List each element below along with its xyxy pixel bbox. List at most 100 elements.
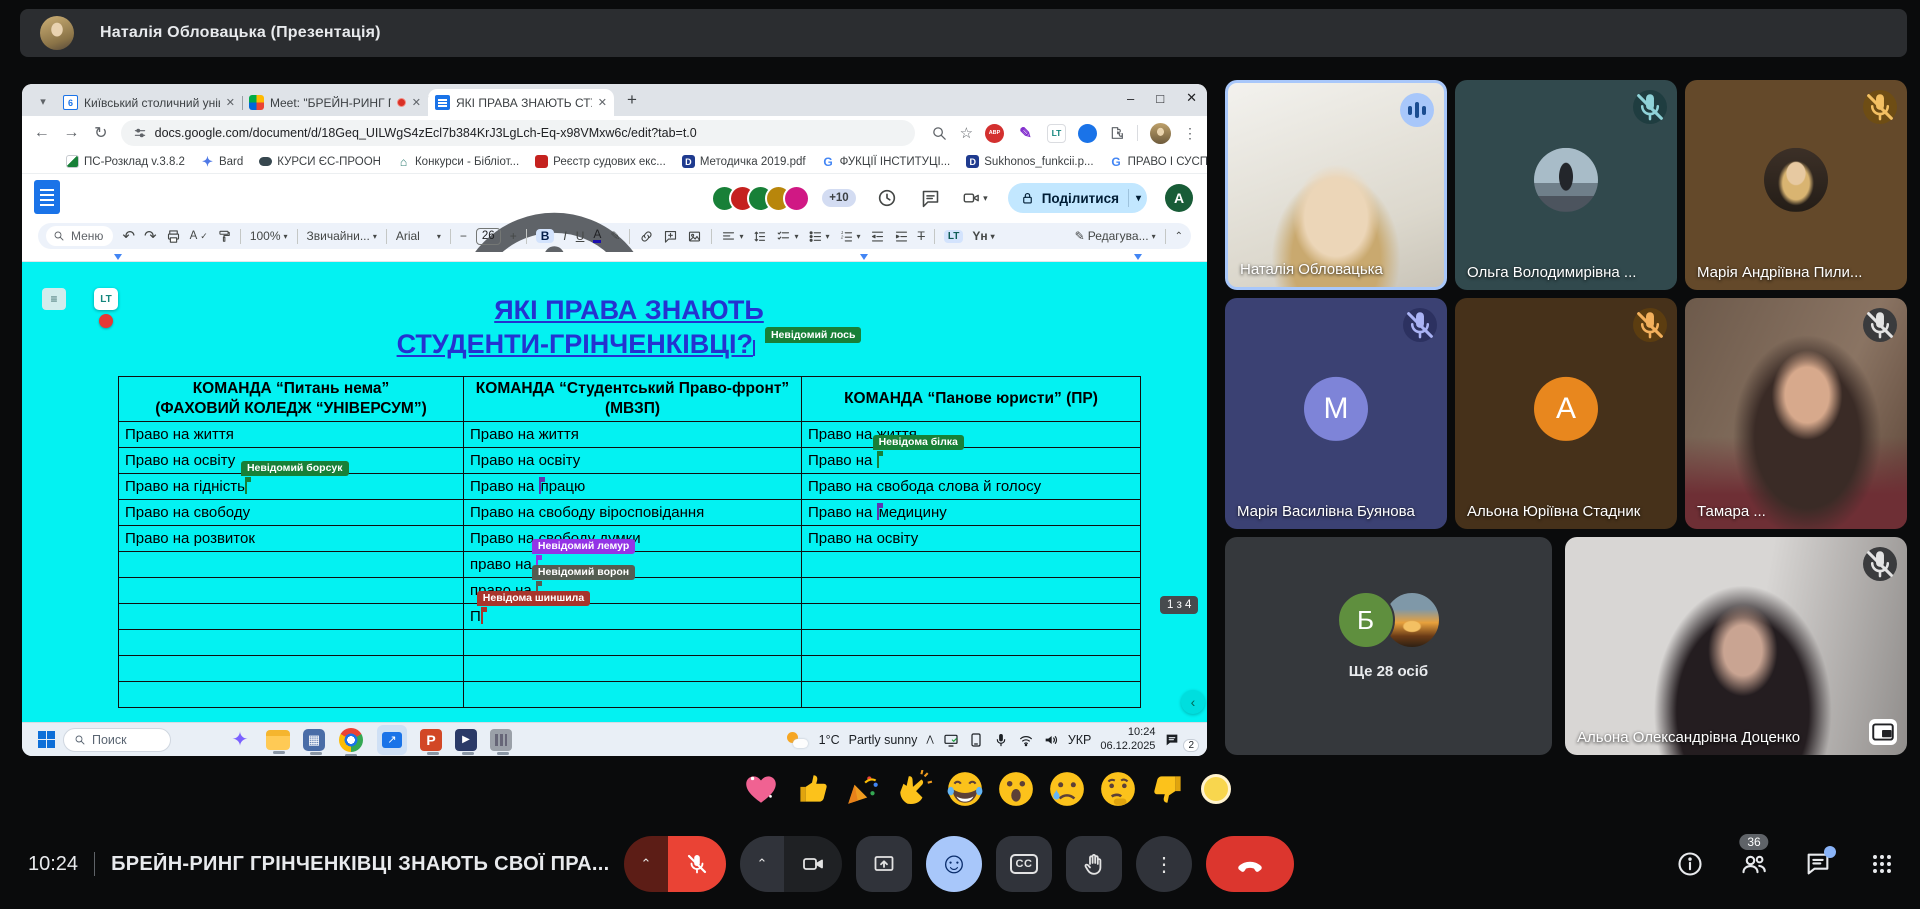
bookmark-item-1[interactable]: ПС-Розклад v.3.8.2 — [66, 155, 185, 168]
bookmark-item-2[interactable]: ✦Bard — [201, 155, 243, 168]
rights-table[interactable]: КОМАНДА “Питань нема”(ФАХОВИЙ КОЛЕДЖ “УН… — [118, 376, 1141, 708]
participant-tile[interactable]: Альона Олександрівна Доценко — [1565, 537, 1907, 755]
table-cell[interactable] — [119, 681, 464, 707]
table-cell[interactable] — [802, 577, 1141, 603]
table-cell[interactable]: Право на свободу — [119, 499, 464, 525]
participants-button[interactable]: 36 — [1740, 850, 1768, 878]
explorer-icon[interactable] — [266, 730, 290, 750]
wifi-icon[interactable] — [1018, 732, 1034, 748]
comments-icon[interactable] — [918, 185, 944, 211]
tab-close-icon[interactable]: ✕ — [598, 96, 607, 109]
reactions-button[interactable]: ☺ — [926, 836, 982, 892]
numbered-list-button[interactable]: 12▾ — [839, 229, 861, 244]
bookmark-item-3[interactable]: КУРСИ ЄС-ПРООН — [259, 156, 381, 168]
font-size-increase[interactable]: + — [510, 229, 517, 243]
minimize-tile-icon[interactable] — [1869, 719, 1897, 745]
chat-button[interactable] — [1804, 850, 1832, 878]
table-cell[interactable] — [119, 577, 464, 603]
collapse-toolbar-icon[interactable]: ⌃ — [1175, 231, 1183, 242]
copilot-icon[interactable]: ✦ — [227, 727, 253, 753]
tile-more-participants[interactable]: БЩе 28 осіб — [1225, 537, 1552, 755]
reaction-joy[interactable] — [946, 770, 984, 808]
reaction-tada[interactable] — [844, 770, 882, 808]
screenshare-app-icon[interactable]: ↗ — [377, 725, 407, 755]
clear-format-button[interactable]: T — [918, 229, 925, 243]
table-cell[interactable] — [119, 603, 464, 629]
outdent-button[interactable] — [870, 229, 885, 244]
zoom-select[interactable]: 100% ▾ — [250, 229, 288, 243]
adblock-extension-icon[interactable]: ABP — [985, 124, 1004, 143]
share-button[interactable]: Поділитися ▾ — [1008, 183, 1147, 213]
editing-mode-select[interactable]: ✎ Редагува... ▾ — [1075, 229, 1156, 243]
more-collaborators-badge[interactable]: +10 — [822, 189, 856, 207]
highlight-button[interactable]: ✎ — [610, 229, 620, 243]
weather-icon[interactable] — [786, 732, 808, 748]
browser-tab-2[interactable]: Meet: "БРЕЙН-РИНГ ГРІНЧ✕ — [242, 89, 428, 116]
reaction-thumbs-up[interactable] — [793, 770, 831, 808]
table-cell[interactable] — [802, 603, 1141, 629]
table-cell[interactable]: Право на свободу віросповідання — [464, 499, 802, 525]
powerpoint-icon[interactable]: P — [420, 729, 442, 751]
taskbar-condition[interactable]: Partly sunny — [849, 733, 918, 747]
back-icon[interactable]: ← — [32, 124, 52, 142]
leave-call-button[interactable] — [1206, 836, 1294, 892]
share-dropdown-icon[interactable]: ▾ — [1136, 193, 1141, 204]
participant-tile[interactable]: Наталія Обловацька — [1225, 80, 1447, 290]
table-cell[interactable]: Право на освіту — [464, 447, 802, 473]
collaborator-avatar[interactable] — [783, 185, 810, 212]
skin-tone-selector[interactable] — [1201, 774, 1231, 804]
toolbar-menu-button[interactable]: Меню — [46, 226, 113, 246]
browser-menu-icon[interactable]: ⋮ — [1183, 125, 1197, 142]
text-color-button[interactable]: A — [593, 229, 601, 243]
reaction-thumbs-down[interactable] — [1150, 770, 1188, 808]
raise-hand-button[interactable] — [1066, 836, 1122, 892]
bookmark-item-4[interactable]: ⌂Конкурси - Бібліот... — [397, 155, 519, 168]
indent-button[interactable] — [894, 229, 909, 244]
indent-marker[interactable] — [1134, 254, 1142, 260]
table-cell[interactable] — [802, 681, 1141, 707]
participant-tile[interactable]: Марія Андріївна Пили... — [1685, 80, 1907, 290]
table-cell[interactable] — [119, 551, 464, 577]
site-settings-icon[interactable] — [133, 126, 147, 140]
languagetool-extension-icon[interactable]: LT — [1047, 124, 1066, 143]
device-icon[interactable] — [968, 732, 984, 748]
table-cell[interactable]: Право на свобода слова й голосу — [802, 473, 1141, 499]
reaction-thinking[interactable] — [1099, 770, 1137, 808]
maximize-window-icon[interactable]: □ — [1156, 91, 1164, 106]
profile-avatar[interactable] — [1150, 123, 1171, 144]
close-window-icon[interactable]: ✕ — [1186, 90, 1197, 106]
calculator-icon[interactable]: ▦ — [303, 729, 325, 751]
captions-button[interactable]: CC — [996, 836, 1052, 892]
start-button-icon[interactable] — [38, 731, 55, 748]
font-select[interactable]: Arial ▾ — [396, 229, 441, 243]
reaction-wow[interactable] — [997, 770, 1035, 808]
tray-expand-icon[interactable]: ⋀ — [926, 734, 933, 745]
table-cell[interactable]: Право на освіту — [802, 525, 1141, 551]
align-button[interactable]: ▾ — [721, 229, 743, 244]
table-cell[interactable] — [464, 681, 802, 707]
tab-close-icon[interactable]: ✕ — [412, 96, 421, 109]
redo-button[interactable]: ↷ — [144, 227, 157, 245]
table-cell[interactable]: Право на життя — [802, 421, 1141, 447]
tab-search-chevron-icon[interactable]: ▾ — [32, 90, 54, 112]
taskbar-search[interactable]: Поиск — [63, 728, 171, 752]
forward-icon[interactable]: → — [62, 124, 82, 142]
indent-marker[interactable] — [114, 254, 122, 260]
insert-link-button[interactable] — [639, 229, 654, 244]
doc-title[interactable]: ЯКІ ПРАВА ЗНАЮТЬ СТУДЕНТИ-ГРІНЧЕНКІВЦІ?Н… — [118, 294, 1140, 363]
checklist-button[interactable]: ▾ — [776, 229, 798, 244]
notification-icon[interactable] — [1164, 732, 1180, 748]
misc-app-icon[interactable] — [490, 729, 512, 751]
table-cell[interactable]: Право на розвиток — [119, 525, 464, 551]
print-button[interactable] — [166, 229, 181, 244]
participant-tile[interactable]: Тамара ... — [1685, 298, 1907, 529]
paint-format-button[interactable] — [217, 229, 231, 243]
monitor-status-icon[interactable] — [943, 732, 959, 748]
minimize-window-icon[interactable]: – — [1127, 91, 1134, 106]
table-cell[interactable] — [119, 629, 464, 655]
tray-mic-icon[interactable] — [993, 732, 1009, 748]
side-panel-chevron-icon[interactable]: ‹ — [1181, 690, 1205, 714]
account-avatar[interactable]: A — [1165, 184, 1193, 212]
meet-camera-icon[interactable]: ▾ — [962, 185, 988, 211]
pen-extension-icon[interactable]: ✎ — [1016, 124, 1035, 143]
